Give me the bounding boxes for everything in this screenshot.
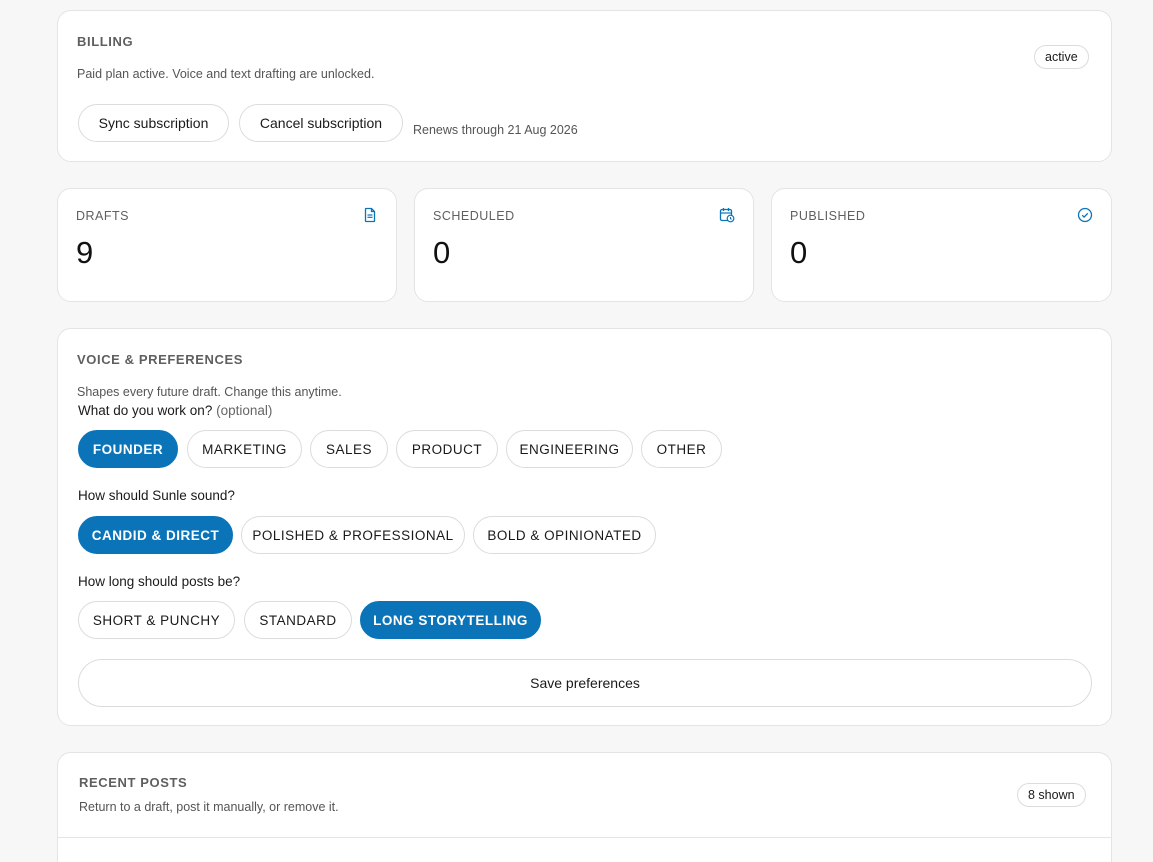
length-option-short-punchy[interactable]: SHORT & PUNCHY	[78, 601, 235, 639]
billing-card: BILLING Paid plan active. Voice and text…	[57, 10, 1112, 162]
sound-question: How should Sunle sound?	[78, 488, 235, 503]
work-option-founder[interactable]: FOUNDER	[78, 430, 178, 468]
length-option-standard[interactable]: STANDARD	[244, 601, 352, 639]
recent-posts-title: RECENT POSTS	[79, 775, 188, 790]
work-option-engineering[interactable]: ENGINEERING	[506, 430, 633, 468]
work-question-text: What do you work on?	[78, 403, 213, 418]
sound-option-polished-professional[interactable]: POLISHED & PROFESSIONAL	[241, 516, 465, 554]
preferences-title: VOICE & PREFERENCES	[77, 352, 243, 367]
billing-description: Paid plan active. Voice and text draftin…	[77, 67, 375, 81]
stat-card-published: PUBLISHED 0	[771, 188, 1112, 302]
save-preferences-button[interactable]: Save preferences	[78, 659, 1092, 707]
preferences-card: VOICE & PREFERENCES Shapes every future …	[57, 328, 1112, 726]
stat-card-scheduled: SCHEDULED 0	[414, 188, 754, 302]
renewal-text: Renews through 21 Aug 2026	[413, 123, 578, 137]
work-question-optional: (optional)	[216, 403, 273, 418]
preferences-description: Shapes every future draft. Change this a…	[77, 385, 342, 399]
stat-card-drafts: DRAFTS 9	[57, 188, 397, 302]
calendar-clock-icon	[719, 208, 735, 223]
work-question: What do you work on? (optional)	[78, 403, 272, 418]
stat-label: SCHEDULED	[433, 209, 515, 223]
work-option-sales[interactable]: SALES	[310, 430, 388, 468]
stat-label: PUBLISHED	[790, 209, 866, 223]
work-option-other[interactable]: OTHER	[641, 430, 722, 468]
stat-value: 0	[433, 235, 451, 270]
recent-posts-description: Return to a draft, post it manually, or …	[79, 800, 339, 814]
work-option-marketing[interactable]: MARKETING	[187, 430, 302, 468]
check-circle-icon	[1077, 207, 1093, 223]
cancel-subscription-button[interactable]: Cancel subscription	[239, 104, 403, 142]
length-question: How long should posts be?	[78, 574, 241, 589]
work-option-product[interactable]: PRODUCT	[396, 430, 498, 468]
length-option-long-storytelling[interactable]: LONG STORYTELLING	[360, 601, 541, 639]
sync-subscription-button[interactable]: Sync subscription	[78, 104, 229, 142]
posts-count-badge: 8 shown	[1017, 783, 1086, 807]
stat-label: DRAFTS	[76, 209, 129, 223]
document-icon	[364, 207, 376, 223]
recent-posts-card: RECENT POSTS Return to a draft, post it …	[57, 752, 1112, 862]
status-badge: active	[1034, 45, 1089, 69]
billing-title: BILLING	[77, 34, 134, 49]
stat-value: 0	[790, 235, 808, 270]
sound-option-candid-direct[interactable]: CANDID & DIRECT	[78, 516, 233, 554]
table-header-divider	[58, 837, 1111, 838]
sound-option-bold-opinionated[interactable]: BOLD & OPINIONATED	[473, 516, 656, 554]
stat-value: 9	[76, 235, 94, 270]
